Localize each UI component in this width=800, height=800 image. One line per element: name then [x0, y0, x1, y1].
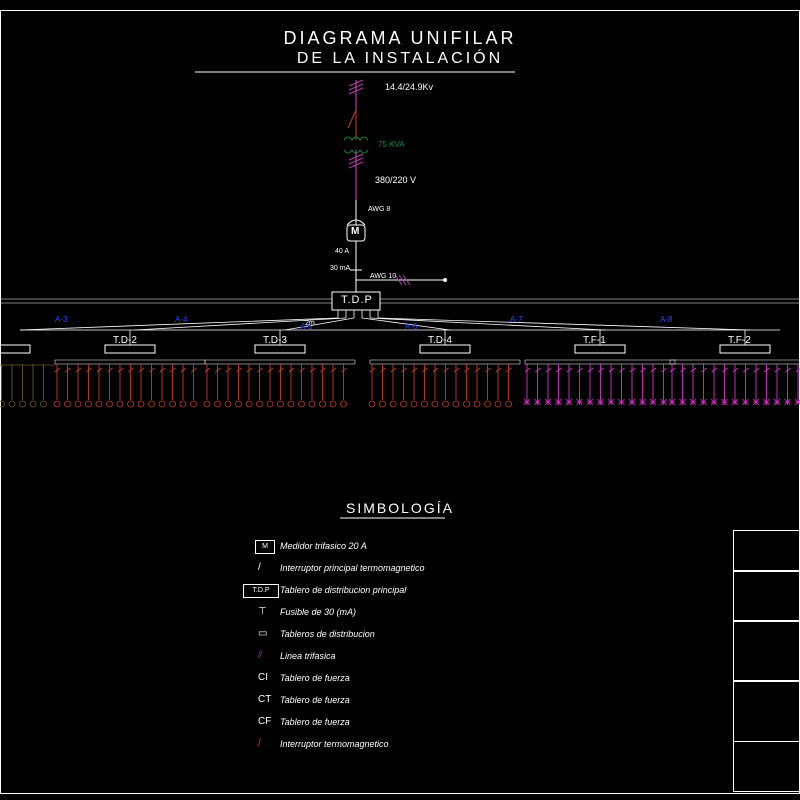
symbology-underline: [0, 0, 800, 800]
legend-icon: CF: [258, 716, 271, 727]
legend-text: Fusible de 30 (mA): [280, 607, 356, 617]
legend-text: Tablero de fuerza: [280, 695, 350, 705]
titleblock-row1: [733, 530, 800, 572]
legend-icon: CI: [258, 672, 268, 683]
titleblock-row3: [733, 620, 800, 682]
legend-icon: /: [258, 562, 261, 573]
legend-text: Tablero de fuerza: [280, 673, 350, 683]
legend-text: Interruptor principal termomagnetico: [280, 563, 425, 573]
legend-text: Tablero de distribucion principal: [280, 585, 406, 595]
legend-text: Linea trifasica: [280, 651, 336, 661]
legend-icon: ▭: [258, 628, 267, 639]
panel-label-T.D-3: T.D-3: [263, 335, 287, 346]
legend-text: Tablero de fuerza: [280, 717, 350, 727]
legend-icon: M: [255, 540, 275, 554]
legend-icon: T.D.P: [243, 584, 279, 598]
panel-label-T.D-2: T.D-2: [113, 335, 137, 346]
panel-label-T.F-1: T.F-1: [583, 335, 606, 346]
legend-icon: CT: [258, 694, 271, 705]
panel-label-T.F-2: T.F-2: [728, 335, 751, 346]
legend-text: Interruptor termomagnetico: [280, 739, 389, 749]
panel-label-T.D-4: T.D-4: [428, 335, 452, 346]
titleblock-row2: [733, 570, 800, 622]
legend-text: Medidor trifasico 20 A: [280, 541, 367, 551]
titleblock-row4: [733, 680, 800, 742]
legend-icon: /: [258, 738, 261, 749]
legend-icon: ⊤: [258, 606, 267, 617]
legend-text: Tableros de distribucion: [280, 629, 375, 639]
legend-icon: ⫽: [258, 650, 262, 661]
